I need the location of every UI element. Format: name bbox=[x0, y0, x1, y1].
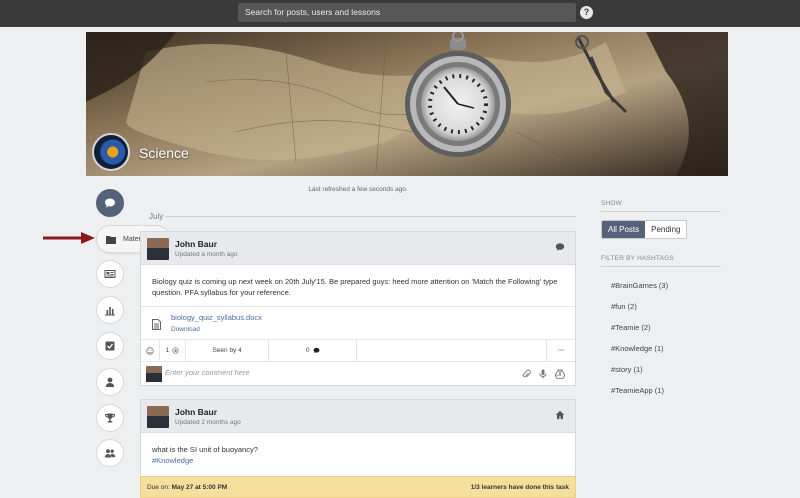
hashtag-filter[interactable]: #Teamie (2) bbox=[611, 323, 651, 332]
post-timestamp: Updated a month ago bbox=[175, 251, 238, 258]
seen-by-text: Seen by 4 bbox=[212, 347, 242, 354]
home-icon bbox=[555, 410, 565, 420]
newspaper-icon bbox=[104, 270, 116, 278]
paperclip-icon[interactable] bbox=[522, 369, 531, 379]
due-date-text: Due on: May 27 at 5:00 PM bbox=[147, 484, 227, 491]
help-icon[interactable]: ? bbox=[580, 6, 593, 19]
search-input[interactable]: Search for posts, users and lessons bbox=[238, 3, 576, 22]
like-count-button[interactable]: 1 bbox=[160, 340, 186, 361]
sidebar-item-posts[interactable] bbox=[96, 189, 124, 217]
comment-count: 0 bbox=[305, 347, 310, 354]
check-square-icon bbox=[105, 341, 115, 351]
attachment: biology_quiz_syllabus.docx Download bbox=[141, 306, 575, 339]
post-question: what is the SI unit of buoyancy? bbox=[152, 445, 258, 454]
hashtag-filter[interactable]: #fun (2) bbox=[611, 302, 637, 311]
document-icon bbox=[152, 319, 161, 330]
sidebar-item-members[interactable] bbox=[96, 368, 124, 396]
hashtag-filter[interactable]: #BrainGames (3) bbox=[611, 281, 668, 290]
top-bar: Search for posts, users and lessons ? bbox=[0, 0, 800, 27]
post-header: John Baur Updated a month ago bbox=[141, 232, 575, 265]
sidebar-item-newsfeed[interactable] bbox=[96, 260, 124, 288]
chat-bubble-icon bbox=[105, 198, 115, 208]
download-link[interactable]: Download bbox=[171, 326, 200, 333]
folder-icon bbox=[106, 235, 116, 244]
comment-tools bbox=[522, 369, 565, 379]
users-icon bbox=[104, 449, 116, 458]
hashtag-filter[interactable]: #story (1) bbox=[611, 365, 643, 374]
due-date: May 27 at 5:00 PM bbox=[171, 484, 228, 491]
comment-icon bbox=[313, 347, 319, 354]
due-prefix: Due on: bbox=[147, 484, 172, 491]
sidebar-item-leaderboard[interactable] bbox=[96, 404, 124, 432]
author-avatar[interactable] bbox=[147, 238, 169, 260]
user-icon bbox=[105, 377, 115, 387]
google-drive-icon[interactable] bbox=[555, 369, 565, 379]
post-actions: 1 Seen by 4 0 ··· bbox=[141, 339, 575, 361]
post-text: what is the SI unit of buoyancy? #Knowle… bbox=[141, 433, 575, 474]
more-options-button[interactable]: ··· bbox=[547, 340, 575, 361]
comment-count-button[interactable]: 0 bbox=[269, 340, 358, 361]
course-banner: Science bbox=[86, 32, 728, 176]
chat-bubble-icon bbox=[555, 243, 565, 251]
smiley-icon bbox=[146, 346, 154, 355]
author-avatar[interactable] bbox=[147, 406, 169, 428]
author-name[interactable]: John Baur bbox=[175, 239, 217, 249]
post-header: John Baur Updated 2 months ago bbox=[141, 400, 575, 433]
month-divider bbox=[165, 216, 576, 217]
bar-chart-icon bbox=[105, 307, 115, 316]
post-card: John Baur Updated a month ago Biology qu… bbox=[140, 231, 576, 386]
author-name[interactable]: John Baur bbox=[175, 407, 217, 417]
microphone-icon[interactable] bbox=[539, 369, 547, 379]
hashtag-filter[interactable]: #TeamieApp (1) bbox=[611, 386, 664, 395]
hashtags-divider bbox=[601, 266, 721, 267]
task-due-bar: Due on: May 27 at 5:00 PM 1/3 learners h… bbox=[140, 476, 576, 498]
hashtags-title: FILTER BY HASHTAGS bbox=[601, 255, 674, 262]
month-label: July bbox=[149, 212, 164, 221]
emoji-button[interactable] bbox=[141, 340, 160, 361]
last-refreshed-text: Last refreshed a few seconds ago. bbox=[308, 186, 408, 193]
thumbs-up-icon bbox=[172, 347, 179, 354]
post-card: John Baur Updated 2 months ago what is t… bbox=[140, 399, 576, 477]
sidebar-item-groups[interactable] bbox=[96, 439, 124, 467]
hashtag-filter[interactable]: #Knowledge (1) bbox=[611, 344, 664, 353]
post-timestamp: Updated 2 months ago bbox=[175, 419, 241, 426]
like-count: 1 bbox=[165, 347, 170, 354]
filter-pending[interactable]: Pending bbox=[645, 221, 686, 238]
actions-spacer bbox=[357, 340, 548, 361]
current-user-avatar bbox=[146, 366, 162, 382]
post-hashtag-link[interactable]: #Knowledge bbox=[152, 455, 564, 466]
course-avatar bbox=[92, 133, 130, 171]
trophy-icon bbox=[104, 413, 116, 423]
show-divider bbox=[601, 211, 721, 212]
show-title: SHOW bbox=[601, 200, 623, 207]
more-options-icon: ··· bbox=[557, 347, 565, 354]
comment-input[interactable]: Enter your comment here bbox=[165, 368, 250, 377]
attachment-filename[interactable]: biology_quiz_syllabus.docx bbox=[171, 313, 262, 322]
post-text: Biology quiz is coming up next week on 2… bbox=[152, 277, 558, 297]
sidebar-item-analytics[interactable] bbox=[96, 296, 124, 324]
post-filter-toggle: All Posts Pending bbox=[601, 220, 688, 239]
filter-all-posts[interactable]: All Posts bbox=[602, 221, 646, 238]
pointer-arrow-icon bbox=[43, 232, 95, 244]
task-progress[interactable]: 1/3 learners have done this task bbox=[471, 484, 569, 491]
seen-by[interactable]: Seen by 4 bbox=[186, 340, 270, 361]
comment-composer: Enter your comment here bbox=[141, 361, 575, 385]
course-title: Science bbox=[139, 145, 189, 161]
sidebar-item-tasks[interactable] bbox=[96, 332, 124, 360]
